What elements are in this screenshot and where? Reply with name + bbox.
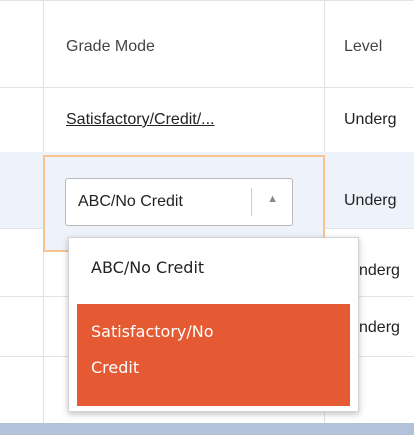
level-cell: nderg [359, 319, 400, 336]
level-cell: Underg [344, 111, 397, 128]
row-divider [0, 0, 414, 1]
horizontal-scrollbar[interactable] [0, 423, 414, 435]
grade-mode-select[interactable]: ABC/No Credit ▲ [65, 178, 293, 226]
row-divider [0, 87, 414, 88]
select-divider [251, 188, 252, 216]
grade-mode-dropdown: ABC/No Credit Satisfactory/No Credit [68, 237, 359, 412]
option-satisfactory-no-credit[interactable]: Satisfactory/No Credit [77, 304, 350, 406]
header-grade-mode[interactable]: Grade Mode [66, 38, 155, 56]
level-cell: Underg [344, 192, 397, 209]
level-cell: nderg [359, 262, 400, 279]
option-label-line1: Satisfactory/No [91, 322, 214, 341]
option-label-line2: Credit [91, 358, 140, 377]
select-value: ABC/No Credit [78, 193, 183, 210]
option-abc-no-credit[interactable]: ABC/No Credit [77, 258, 350, 288]
header-level[interactable]: Level [344, 38, 382, 56]
grade-mode-link[interactable]: Satisfactory/Credit/... [66, 111, 215, 129]
caret-up-icon[interactable]: ▲ [267, 193, 278, 205]
